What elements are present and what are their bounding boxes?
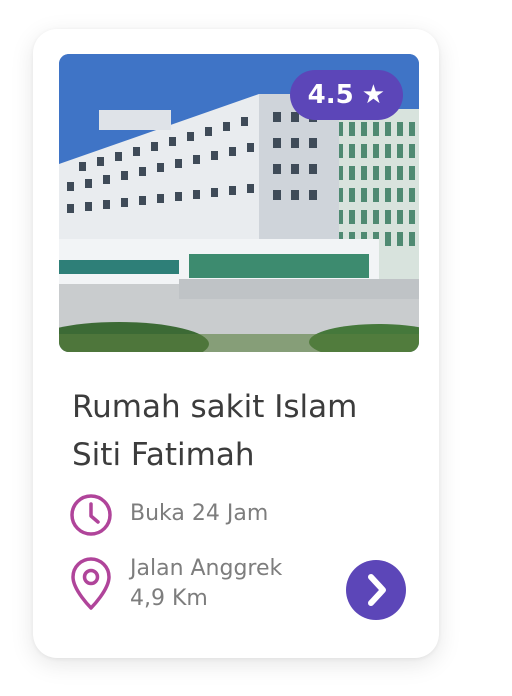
rating-badge: 4.5 ★ [289, 70, 403, 120]
hospital-photo: 4.5 ★ [59, 54, 419, 352]
location-street: Jalan Anggrek [130, 556, 283, 581]
location-row: Jalan Anggrek 4,9 Km [68, 556, 282, 614]
hospital-name-line2: Siti Fatimah [72, 437, 255, 473]
star-icon: ★ [361, 80, 385, 110]
opening-hours-label: Buka 24 Jam [130, 501, 269, 526]
hospital-name: Rumah sakit Islam Siti Fatimah [72, 383, 412, 479]
clock-icon [68, 492, 114, 538]
location-distance: 4,9 Km [130, 586, 208, 611]
rating-value: 4.5 [307, 80, 354, 110]
map-pin-icon [68, 556, 114, 610]
open-details-button[interactable] [346, 560, 406, 620]
opening-hours-row: Buka 24 Jam [68, 492, 268, 538]
hospital-card[interactable]: 4.5 ★ Rumah sakit Islam Siti Fatimah Buk… [33, 29, 439, 658]
hospital-name-line1: Rumah sakit Islam [72, 389, 358, 425]
chevron-right-icon [368, 574, 386, 606]
